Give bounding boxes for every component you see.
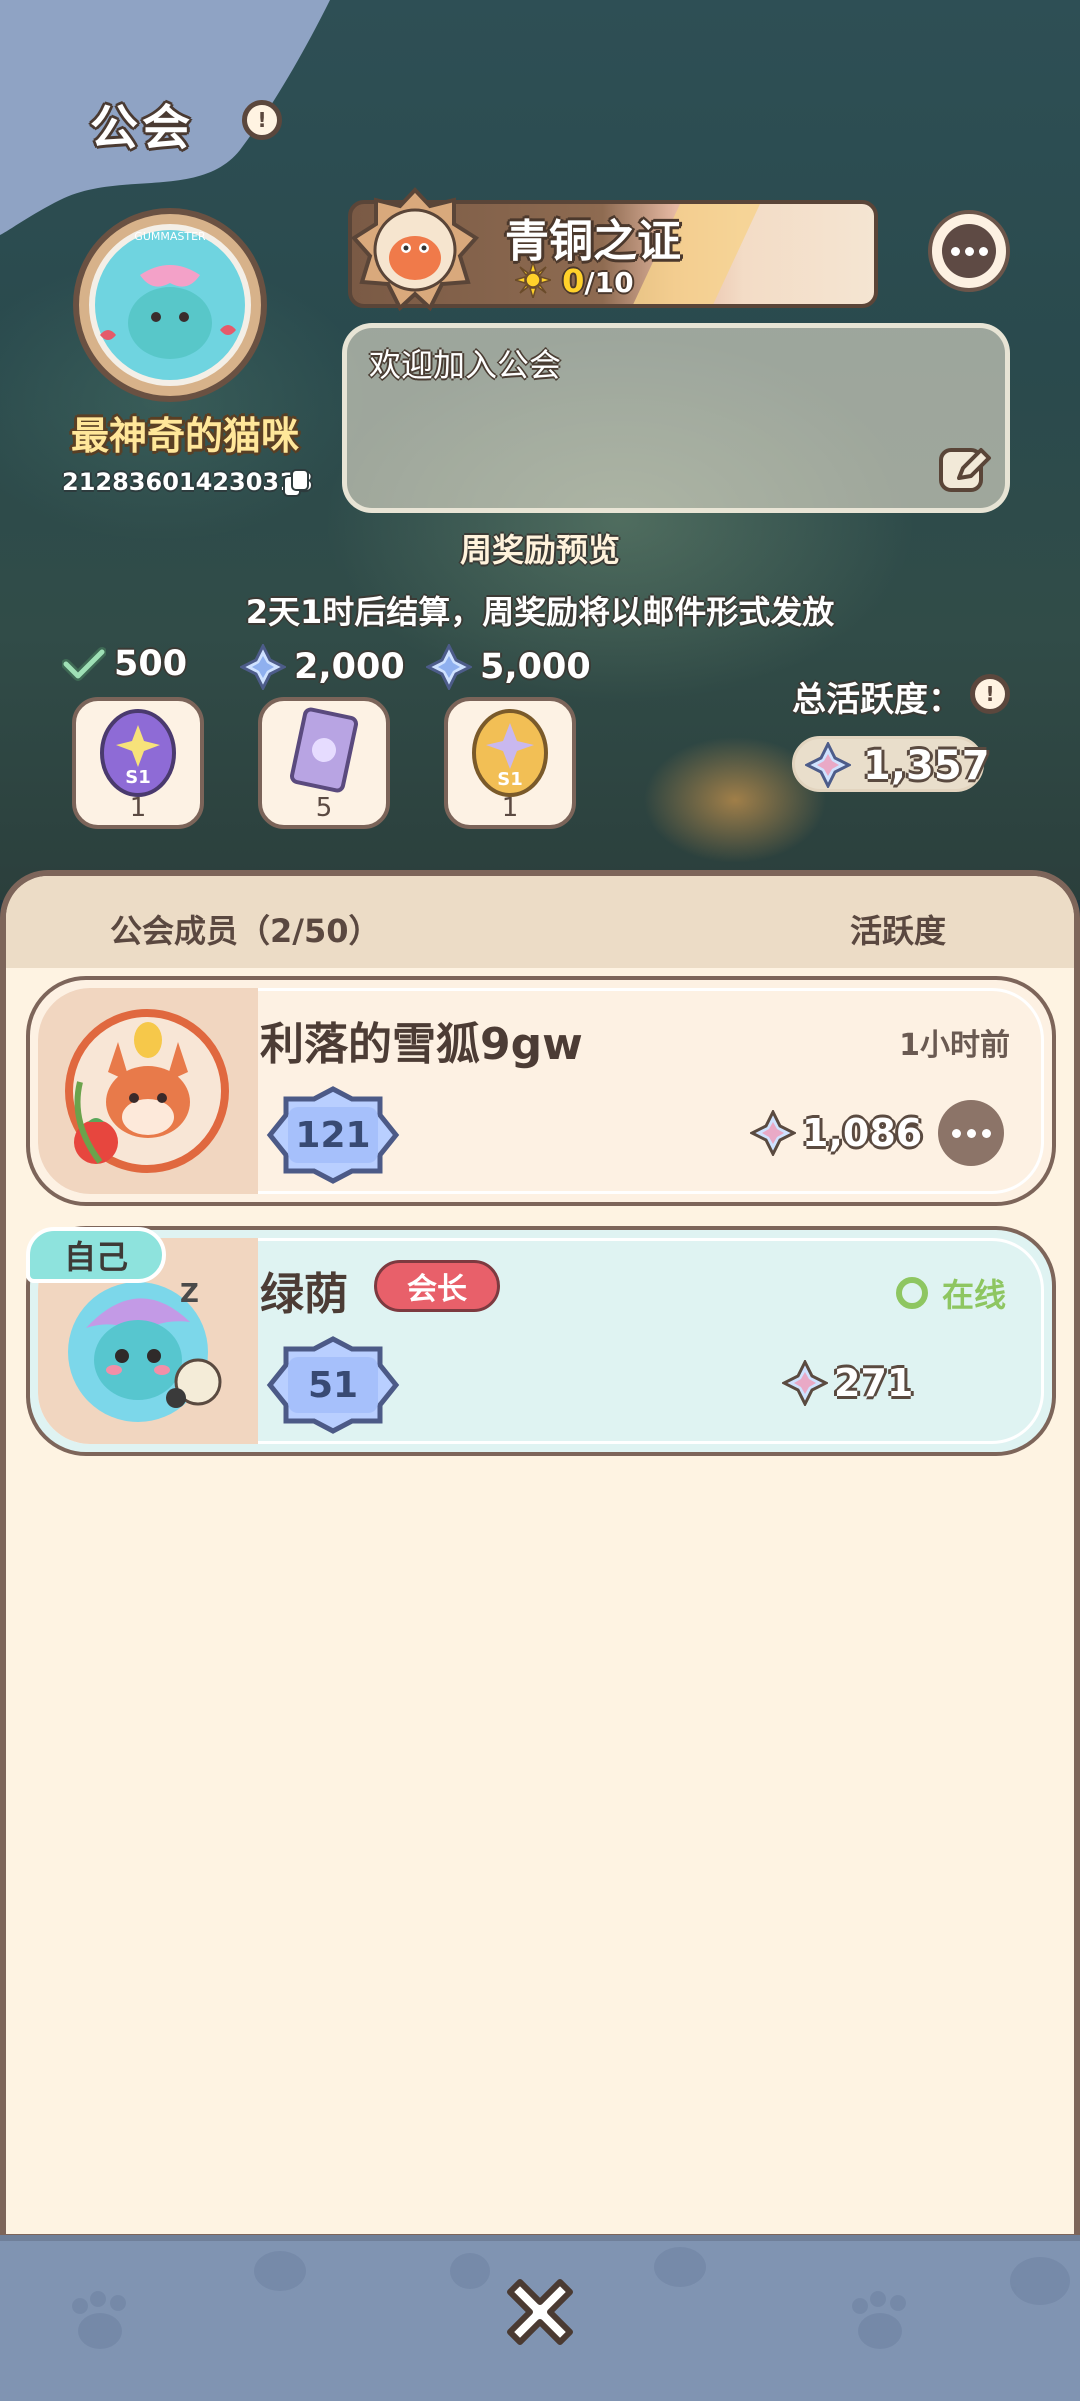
member-card-self[interactable]: Z 绿荫 会长 在线 51 271 [26,1226,1056,1456]
tier-threshold-1: 500 [62,644,187,684]
sun-icon [512,259,554,301]
member-activity: 1,086 [750,1110,922,1156]
purple-egg-icon: S1 [100,709,176,797]
close-icon[interactable] [496,2268,584,2356]
weekly-reward-description: 2天1时后结算，周奖励将以邮件形式发放 [245,593,835,631]
rank-progress-total: /10 [584,266,634,299]
avatar [65,1009,229,1173]
member-activity-value: 1,086 [802,1111,923,1155]
page-title: 公会 [90,100,195,156]
tier-threshold-3: 5,000 [426,644,591,690]
edit-icon[interactable] [935,440,995,500]
reward-count: 1 [501,793,519,823]
members-panel-header: 公会成员（2/50） 活跃度 [6,876,1074,968]
online-dot-icon [895,1277,928,1309]
check-icon [62,647,106,681]
announcement-text: 欢迎加入公会 [369,346,562,384]
rank-progress-current: 0 [562,262,585,300]
member-level-badge: 51 [258,1335,408,1435]
rank-title: 青铜之证 [505,216,681,267]
member-name: 绿荫 [260,1269,348,1320]
member-activity: 271 [782,1360,913,1406]
guild-id: 212836014230318 [62,468,313,496]
weekly-reward-title: 周奖励预览 [459,531,620,569]
star-diamond-icon [805,742,851,788]
member-level-badge: 121 [258,1085,408,1185]
online-status: 在线 [895,1270,1006,1316]
member-activity-value: 271 [834,1361,914,1405]
total-activity-label: 总活跃度： [792,680,962,720]
announcement-box: 欢迎加入公会 [342,323,1010,513]
info-icon[interactable]: ! [242,100,282,140]
svg-text:S1: S1 [125,767,151,788]
gold-egg-icon: S1 [472,709,548,797]
member-name: 利落的雪狐9gw [260,1019,583,1070]
star-diamond-icon [426,644,472,690]
guild-badge: GUMMASTER [73,208,267,402]
leader-badge: 会长 [374,1260,500,1312]
star-diamond-icon [782,1360,828,1406]
tier-threshold-2: 2,000 [240,644,405,690]
self-tag: 自己 [26,1227,166,1283]
svg-text:Z: Z [180,1279,199,1309]
guild-menu-button[interactable] [928,210,1010,292]
members-count-label: 公会成员（2/50） [110,912,381,950]
copy-icon[interactable] [282,468,312,500]
rank-emblem-icon [350,187,480,312]
online-status-text: 在线 [941,1276,1006,1314]
rank-progress: 0/10 [512,259,634,301]
card-icon [289,707,359,793]
svg-text:GUMMASTER: GUMMASTER [134,230,206,243]
reward-card-3[interactable]: S1 1 [444,697,576,829]
reward-count: 1 [129,793,147,823]
svg-text:S1: S1 [497,769,523,790]
member-level: 51 [307,1364,359,1406]
reward-count: 5 [315,793,333,823]
star-diamond-icon [750,1110,796,1156]
member-card[interactable]: 利落的雪狐9gw 1小时前 121 1,086 [26,976,1056,1206]
member-last-seen: 1小时前 [899,1028,1010,1063]
star-diamond-icon [240,644,286,690]
reward-card-1[interactable]: S1 1 [72,697,204,829]
total-activity-info-icon[interactable]: ! [970,674,1010,714]
member-more-button[interactable] [938,1100,1004,1166]
total-activity-pill: 1,357 [792,736,990,792]
reward-card-2[interactable]: 5 [258,697,390,829]
total-activity-value: 1,357 [863,743,990,789]
more-icon [942,224,996,278]
guild-name: 最神奇的猫咪 [70,414,299,458]
activity-column-label: 活跃度 [849,912,946,950]
member-level: 121 [295,1114,371,1156]
